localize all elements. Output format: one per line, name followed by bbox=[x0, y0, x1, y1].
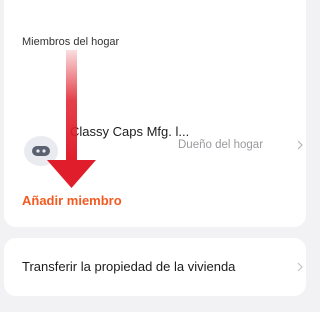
section-title: Miembros del hogar bbox=[22, 36, 120, 48]
avatar bbox=[24, 136, 58, 166]
transfer-ownership-row[interactable]: Transferir la propiedad de la vivienda bbox=[4, 238, 306, 296]
robot-icon bbox=[32, 146, 50, 156]
member-name: Classy Caps Mfg. l... bbox=[70, 124, 190, 139]
chevron-right-icon bbox=[297, 262, 303, 272]
member-role: Dueño del hogar bbox=[178, 139, 264, 151]
members-card: Miembros del hogar Classy Caps Mfg. l...… bbox=[4, 0, 306, 227]
add-member-button[interactable]: Añadir miembro bbox=[22, 193, 122, 208]
member-row[interactable]: Classy Caps Mfg. l... Dueño del hogar bbox=[4, 120, 306, 170]
transfer-ownership-label: Transferir la propiedad de la vivienda bbox=[22, 259, 236, 274]
chevron-right-icon bbox=[297, 140, 303, 150]
